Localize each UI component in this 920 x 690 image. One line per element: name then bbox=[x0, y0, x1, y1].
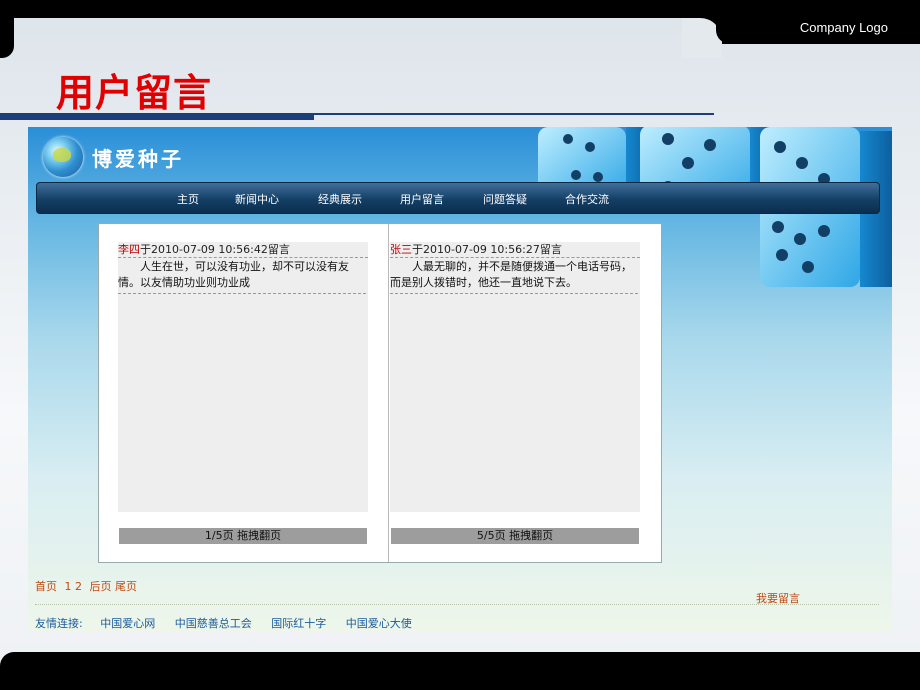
website-screenshot: 博爱种子 主页 新闻中心 经典展示 用户留言 问题答疑 合作交流 李四于2010… bbox=[28, 127, 892, 631]
message-body: 人最无聊的，并不是随便拨通一个电话号码，而是别人拨错时，他还一直地说下去。 bbox=[390, 259, 638, 294]
footer-divider bbox=[35, 604, 879, 605]
message-author[interactable]: 李四 bbox=[118, 243, 140, 256]
pagination-pages[interactable]: 1 2 bbox=[65, 580, 83, 593]
message-author[interactable]: 张三 bbox=[390, 243, 412, 256]
message-meta: 于2010-07-09 10:56:42留言 bbox=[140, 243, 290, 256]
message-header: 张三于2010-07-09 10:56:27留言 bbox=[390, 242, 640, 258]
page-drag-bar-left[interactable]: 1/5页 拖拽翻页 bbox=[119, 528, 367, 544]
friend-link[interactable]: 中国慈善总工会 bbox=[175, 617, 252, 630]
slide: Company Logo 用户留言 博爱种子 主页 新闻中心 经典展示 用户留言… bbox=[0, 0, 920, 690]
pagination-first[interactable]: 首页 bbox=[35, 580, 57, 593]
nav-cooperation[interactable]: 合作交流 bbox=[565, 191, 609, 207]
page-drag-bar-right[interactable]: 5/5页 拖拽翻页 bbox=[391, 528, 639, 544]
site-name: 博爱种子 bbox=[92, 147, 184, 171]
nav-news[interactable]: 新闻中心 bbox=[235, 191, 279, 207]
company-logo: Company Logo bbox=[799, 20, 888, 35]
left-frame-corner bbox=[0, 18, 14, 58]
friend-link[interactable]: 中国爱心大使 bbox=[346, 617, 412, 630]
nav-messages[interactable]: 用户留言 bbox=[400, 191, 444, 207]
message-page-right[interactable]: 张三于2010-07-09 10:56:27留言 人最无聊的，并不是随便拨通一个… bbox=[390, 242, 640, 512]
nav-home[interactable]: 主页 bbox=[177, 191, 199, 207]
message-meta: 于2010-07-09 10:56:27留言 bbox=[412, 243, 562, 256]
message-book: 李四于2010-07-09 10:56:42留言 人生在世，可以没有功业，却不可… bbox=[98, 223, 662, 563]
pagination-last[interactable]: 后页 尾页 bbox=[90, 580, 138, 593]
nav-showcase[interactable]: 经典展示 bbox=[318, 191, 362, 207]
title-underline-thin bbox=[314, 113, 714, 115]
friend-link[interactable]: 中国爱心网 bbox=[100, 617, 155, 630]
pagination: 首页 1 2 后页 尾页 bbox=[35, 578, 141, 594]
title-underline bbox=[0, 113, 314, 120]
message-header: 李四于2010-07-09 10:56:42留言 bbox=[118, 242, 368, 258]
bottom-frame-bar bbox=[0, 652, 920, 690]
globe-logo-icon bbox=[43, 137, 83, 177]
friend-link[interactable]: 国际红十字 bbox=[271, 617, 326, 630]
book-spine bbox=[388, 224, 389, 562]
nav-qa[interactable]: 问题答疑 bbox=[483, 191, 527, 207]
friend-links-label: 友情连接: bbox=[35, 617, 83, 630]
site-navbar: 主页 新闻中心 经典展示 用户留言 问题答疑 合作交流 bbox=[36, 182, 880, 214]
friend-links: 友情连接: 中国爱心网 中国慈善总工会 国际红十字 中国爱心大使 bbox=[35, 615, 428, 631]
message-page-left[interactable]: 李四于2010-07-09 10:56:42留言 人生在世，可以没有功业，却不可… bbox=[118, 242, 368, 512]
page-title: 用户留言 bbox=[56, 71, 213, 115]
message-body: 人生在世，可以没有功业，却不可以没有友情。以友情助功业则功业成 bbox=[118, 259, 366, 294]
